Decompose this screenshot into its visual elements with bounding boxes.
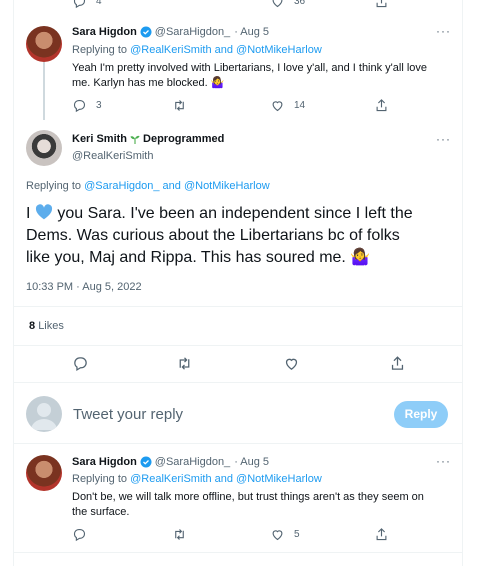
main-like-action[interactable] xyxy=(283,355,300,372)
reply2-replying-to: Replying to @RealKeriSmith and @NotMikeH… xyxy=(72,473,322,485)
top-reply-action[interactable]: 4 xyxy=(72,0,102,9)
main-text-i: I xyxy=(26,205,31,222)
divider xyxy=(13,382,463,383)
reply2-like-count: 5 xyxy=(294,529,300,540)
retweet-icon xyxy=(175,100,184,111)
reply2-text: Don't be, we will talk more offline, but… xyxy=(72,490,452,520)
reply-icon xyxy=(74,357,87,372)
main-replying-to: Replying to @SaraHigdon_ and @NotMikeHar… xyxy=(26,180,270,192)
reply2-header: Sara Higdon @SaraHigdon_ · Aug 5 xyxy=(72,456,269,468)
like-icon xyxy=(272,101,283,112)
user-avatar-placeholder[interactable] xyxy=(26,396,62,432)
main-header: Keri Smith Deprogrammed xyxy=(72,133,224,145)
share-icon xyxy=(376,528,387,541)
like-icon xyxy=(272,0,283,8)
main-text-line: Dems. Was curious about the Libertarians… xyxy=(26,227,400,244)
reply1-retweet-action[interactable] xyxy=(172,98,187,113)
reply1-text-line: Yeah I'm pretty involved with Libertaria… xyxy=(72,62,428,74)
retweet-icon xyxy=(175,529,184,540)
reply2-retweet-action[interactable] xyxy=(172,527,187,542)
reply2-text-line: Don't be, we will talk more offline, but… xyxy=(72,491,424,503)
reply2-share-action[interactable] xyxy=(374,527,389,542)
reply1-date[interactable]: · Aug 5 xyxy=(234,26,269,38)
likes-count: 8 xyxy=(29,320,36,332)
replying-users-link[interactable]: @RealKeriSmith and @NotMikeHarlow xyxy=(130,473,322,485)
replying-users-link[interactable]: @RealKeriSmith and @NotMikeHarlow xyxy=(130,44,322,56)
reply-icon xyxy=(73,99,86,113)
reply2-date[interactable]: · Aug 5 xyxy=(234,456,269,468)
share-icon xyxy=(391,356,404,370)
share-icon xyxy=(376,99,387,112)
like-icon xyxy=(272,530,283,541)
main-timestamp[interactable]: 10:33 PM · Aug 5, 2022 xyxy=(26,281,142,293)
more-icon[interactable]: ··· xyxy=(436,132,451,146)
more-icon[interactable]: ··· xyxy=(436,454,451,468)
main-text: I you Sara. I've been an independent sin… xyxy=(26,203,456,269)
reply-icon xyxy=(73,0,86,9)
thread-line xyxy=(43,62,45,120)
reply1-handle[interactable]: @SaraHigdon_ xyxy=(155,26,230,38)
main-name[interactable]: Keri Smith xyxy=(72,133,127,145)
reply2-text-line: the surface. xyxy=(72,506,130,518)
main-name-suffix[interactable]: Deprogrammed xyxy=(143,133,224,145)
main-share-action[interactable] xyxy=(389,355,406,372)
reply1-share-action[interactable] xyxy=(374,98,389,113)
reply1-reply-action[interactable]: 3 xyxy=(72,98,102,113)
like-icon xyxy=(285,358,298,370)
reply1-like-count: 14 xyxy=(294,100,306,111)
blue-heart-emoji xyxy=(35,204,52,220)
reply1-replying-to: Replying to @RealKeriSmith and @NotMikeH… xyxy=(72,44,322,56)
more-icon[interactable]: ··· xyxy=(436,24,451,38)
default-avatar-icon xyxy=(31,403,57,430)
replying-label: Replying to xyxy=(26,180,82,192)
top-reply-count: 4 xyxy=(96,0,102,7)
divider xyxy=(13,345,463,346)
top-like-count: 36 xyxy=(294,0,306,7)
divider xyxy=(13,552,463,553)
verified-badge-icon xyxy=(140,456,152,468)
main-text-line: like you, Maj and Rippa. This has soured… xyxy=(26,249,371,266)
reply2-name[interactable]: Sara Higdon xyxy=(72,456,137,468)
sara-avatar[interactable] xyxy=(26,26,62,62)
likes-label: Likes xyxy=(38,320,64,332)
main-text-rest: you Sara. I've been an independent since… xyxy=(57,205,413,222)
verified-badge-icon xyxy=(140,26,152,38)
top-share-action[interactable] xyxy=(374,0,389,9)
reply1-like-action[interactable]: 14 xyxy=(270,98,305,113)
reply-icon xyxy=(73,528,86,542)
replying-label: Replying to xyxy=(72,44,128,56)
reply2-reply-action[interactable] xyxy=(72,527,87,542)
divider xyxy=(13,306,463,307)
retweet-icon xyxy=(179,357,190,370)
replying-label: Replying to xyxy=(72,473,128,485)
seedling-emoji xyxy=(130,135,140,144)
main-retweet-action[interactable] xyxy=(176,355,193,372)
reply1-reply-count: 3 xyxy=(96,100,102,111)
keri-avatar[interactable] xyxy=(26,130,62,166)
replying-users-link[interactable]: @SaraHigdon_ and @NotMikeHarlow xyxy=(84,180,270,192)
main-text-line: I you Sara. I've been an independent sin… xyxy=(26,203,456,225)
main-handle[interactable]: @RealKeriSmith xyxy=(72,150,153,162)
reply1-name[interactable]: Sara Higdon xyxy=(72,26,137,38)
likes-stat[interactable]: 8 Likes xyxy=(29,320,64,332)
sara-avatar[interactable] xyxy=(26,455,62,491)
reply1-text: Yeah I'm pretty involved with Libertaria… xyxy=(72,61,452,91)
reply2-handle[interactable]: @SaraHigdon_ xyxy=(155,456,230,468)
reply1-text-line: me. Karlyn has me blocked. 🤷‍♀️ xyxy=(72,77,225,89)
reply2-like-action[interactable]: 5 xyxy=(270,527,300,542)
divider xyxy=(13,443,463,444)
main-reply-action[interactable] xyxy=(72,355,89,372)
reply-compose-input[interactable]: Tweet your reply xyxy=(73,406,183,423)
reply-button[interactable]: Reply xyxy=(394,401,448,428)
reply1-header: Sara Higdon @SaraHigdon_ · Aug 5 xyxy=(72,26,269,38)
share-icon xyxy=(376,0,387,8)
top-like-action[interactable]: 36 xyxy=(270,0,305,9)
